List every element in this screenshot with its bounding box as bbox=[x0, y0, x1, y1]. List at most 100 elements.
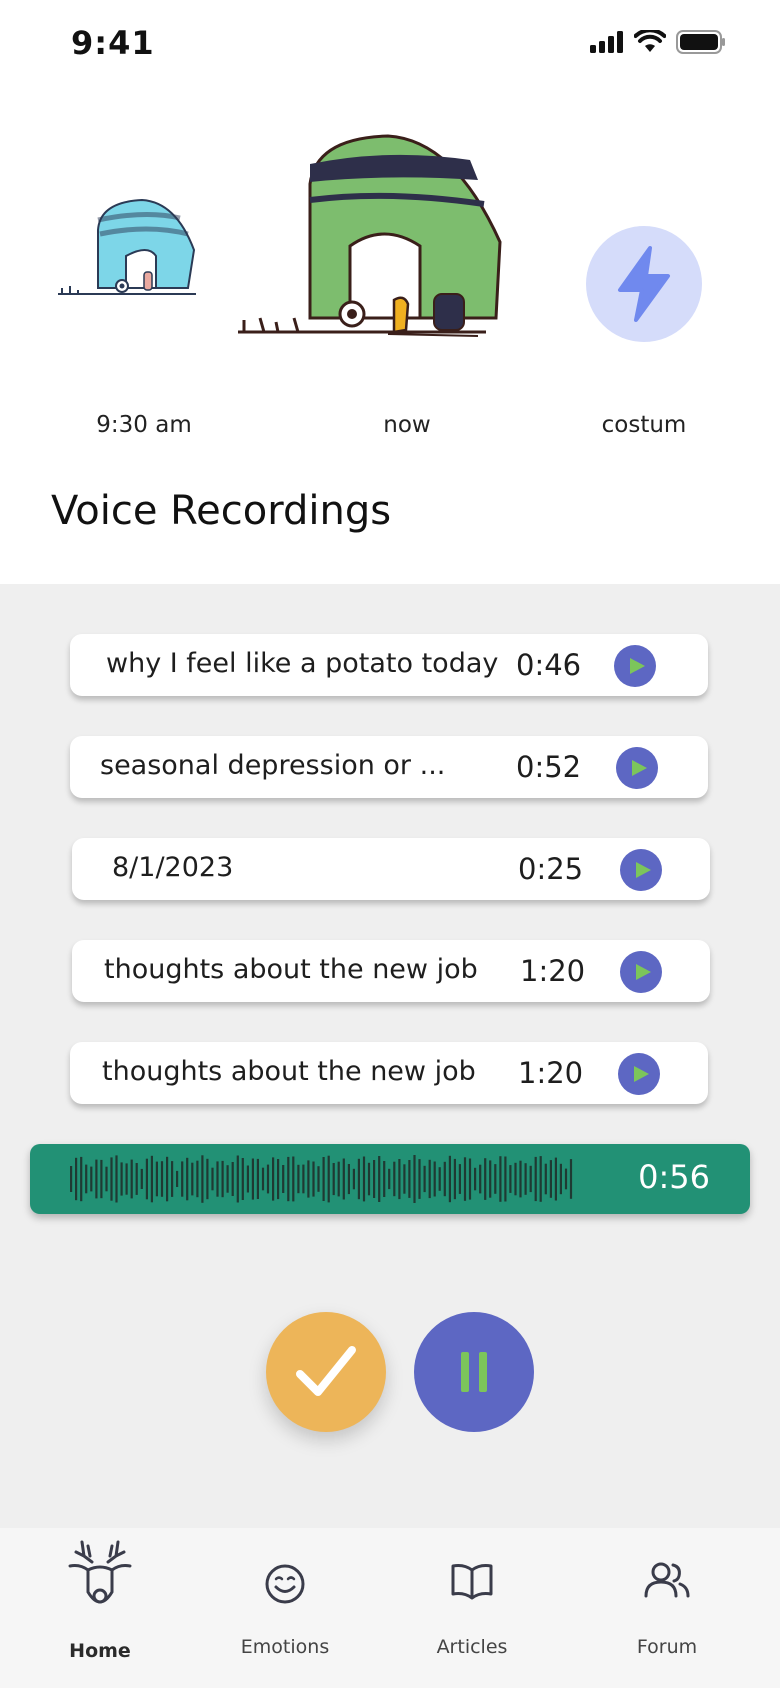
recording-duration: 0:25 bbox=[518, 852, 584, 886]
status-icons bbox=[590, 30, 726, 54]
play-icon bbox=[635, 964, 651, 980]
waveform-bar bbox=[241, 1158, 244, 1200]
recording-title: seasonal depression or ... bbox=[100, 750, 446, 781]
waveform-bar bbox=[90, 1166, 93, 1192]
waveform-bar bbox=[125, 1163, 128, 1195]
waveform-bar bbox=[100, 1159, 103, 1199]
checkmark-icon bbox=[296, 1346, 356, 1396]
tab-bar: Home Emotions Articles Forum bbox=[0, 1528, 780, 1688]
tab-articles[interactable]: Articles bbox=[392, 1528, 552, 1688]
waveform-bar bbox=[504, 1156, 507, 1202]
tab-forum[interactable]: Forum bbox=[587, 1528, 747, 1688]
recording-row[interactable]: thoughts about the new job 1:20 bbox=[72, 940, 710, 1002]
waveform-bar bbox=[438, 1167, 441, 1191]
pause-recording-button[interactable] bbox=[414, 1312, 534, 1432]
waveform-bar bbox=[140, 1168, 143, 1189]
status-bar: 9:41 bbox=[0, 0, 780, 90]
waveform-bar bbox=[534, 1156, 537, 1202]
recording-row[interactable]: why I feel like a potato today 0:46 bbox=[70, 634, 708, 696]
book-icon bbox=[451, 1564, 493, 1600]
waveform-bar bbox=[297, 1164, 300, 1194]
waveform-bar bbox=[383, 1161, 386, 1197]
waveform-bar bbox=[155, 1161, 158, 1197]
waveform-bar bbox=[150, 1155, 153, 1203]
play-icon bbox=[635, 862, 651, 878]
tab-emotions[interactable]: Emotions bbox=[205, 1528, 365, 1688]
waveform-bar bbox=[105, 1166, 108, 1192]
waveform-bar bbox=[554, 1157, 557, 1201]
waveform-bar bbox=[494, 1164, 497, 1194]
green-creature-icon bbox=[238, 134, 502, 337]
play-button[interactable] bbox=[616, 747, 658, 789]
waveform-bar bbox=[236, 1155, 239, 1203]
play-icon bbox=[629, 658, 645, 674]
waveform-bar bbox=[166, 1156, 169, 1202]
smile-icon bbox=[265, 1564, 305, 1604]
play-button[interactable] bbox=[614, 645, 656, 687]
waveform-bar bbox=[418, 1159, 421, 1199]
waveform-bar bbox=[388, 1168, 391, 1190]
tab-label-emotions: Emotions bbox=[240, 1636, 330, 1658]
recording-row[interactable]: 8/1/2023 0:25 bbox=[72, 838, 710, 900]
waveform-bar bbox=[544, 1163, 547, 1195]
waveform-bar bbox=[130, 1159, 133, 1199]
waveform-bar bbox=[479, 1164, 482, 1194]
waveform-bar bbox=[393, 1161, 396, 1197]
wifi-icon bbox=[634, 30, 666, 52]
recording-duration: 0:52 bbox=[516, 750, 582, 784]
waveform-bar bbox=[362, 1156, 366, 1202]
waveform-bar bbox=[327, 1155, 330, 1203]
recording-elapsed-time: 0:56 bbox=[638, 1158, 710, 1196]
waveform-bar bbox=[357, 1158, 360, 1200]
waveform-bar bbox=[75, 1157, 78, 1201]
users-icon bbox=[644, 1562, 690, 1598]
waveform-bar bbox=[216, 1161, 219, 1197]
mood-label-past: 9:30 am bbox=[96, 412, 192, 438]
lightning-icon bbox=[586, 226, 702, 342]
waveform-bar bbox=[484, 1158, 487, 1200]
pause-icon bbox=[461, 1352, 487, 1392]
waveform-bar bbox=[529, 1165, 532, 1193]
waveform-bar bbox=[539, 1156, 542, 1202]
mood-option-custom[interactable] bbox=[586, 226, 702, 342]
play-button[interactable] bbox=[620, 951, 662, 993]
waveform-bar bbox=[347, 1164, 350, 1195]
tab-home[interactable]: Home bbox=[20, 1528, 180, 1688]
play-icon bbox=[633, 1066, 649, 1082]
waveform-bar bbox=[95, 1159, 98, 1199]
waveform-bar bbox=[135, 1163, 138, 1195]
recording-title: 8/1/2023 bbox=[112, 852, 234, 883]
confirm-recording-button[interactable] bbox=[266, 1312, 386, 1432]
waveform-bar bbox=[176, 1170, 179, 1187]
waveform-bar bbox=[201, 1155, 204, 1203]
waveform-bar bbox=[332, 1163, 335, 1196]
play-button[interactable] bbox=[618, 1053, 660, 1095]
waveform-bar bbox=[342, 1158, 345, 1200]
mood-option-now[interactable] bbox=[238, 134, 502, 374]
tab-label-home: Home bbox=[69, 1640, 131, 1662]
waveform-bar bbox=[282, 1165, 285, 1193]
waveform-bar bbox=[266, 1164, 270, 1194]
recording-row[interactable]: thoughts about the new job 1:20 bbox=[70, 1042, 708, 1104]
play-button[interactable] bbox=[620, 849, 662, 891]
waveform-bar bbox=[398, 1159, 401, 1200]
tab-label-articles: Articles bbox=[436, 1636, 508, 1658]
waveform-bar bbox=[443, 1161, 446, 1197]
mood-option-past[interactable] bbox=[56, 190, 206, 310]
waveform-bar bbox=[564, 1168, 568, 1190]
waveform-bar bbox=[559, 1163, 562, 1195]
recording-row[interactable]: seasonal depression or ... 0:52 bbox=[70, 736, 708, 798]
waveform-bar bbox=[317, 1166, 320, 1192]
recording-title: why I feel like a potato today bbox=[106, 648, 499, 679]
waveform-bar bbox=[80, 1156, 83, 1202]
mood-selector: 9:30 am now costum bbox=[0, 120, 780, 450]
waveform-bar bbox=[312, 1161, 315, 1197]
waveform-bar bbox=[85, 1164, 88, 1194]
waveform-bar bbox=[352, 1168, 355, 1190]
waveform-bar bbox=[221, 1160, 224, 1198]
recording-title: thoughts about the new job bbox=[104, 954, 478, 985]
recording-duration: 1:20 bbox=[518, 1056, 584, 1090]
waveform-bar bbox=[373, 1160, 376, 1198]
waveform-bar bbox=[307, 1160, 310, 1198]
active-recording-bar: 0:56 bbox=[30, 1144, 750, 1214]
